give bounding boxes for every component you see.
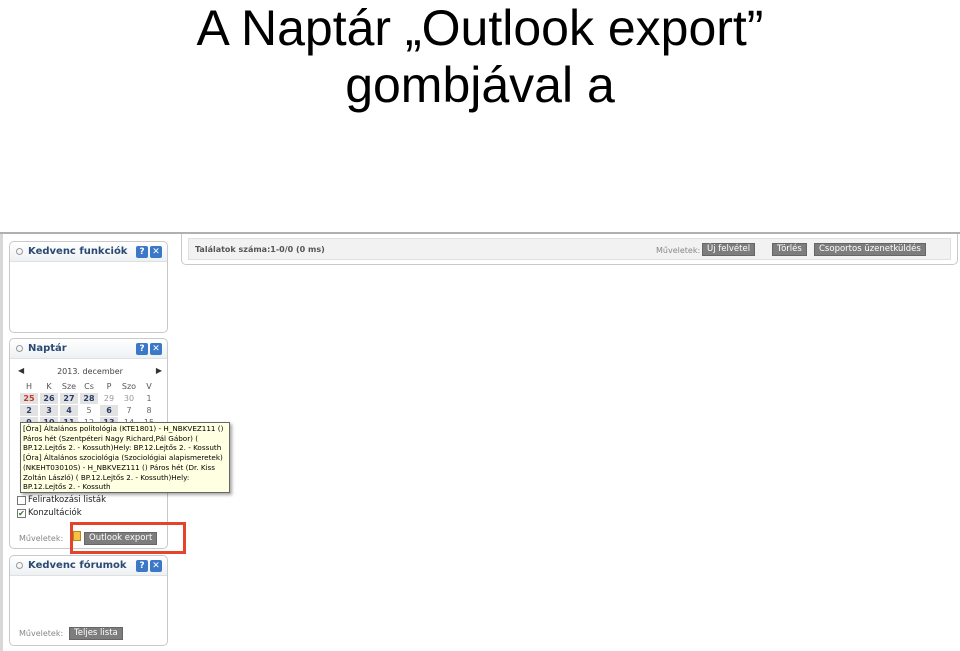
- calendar-day[interactable]: 29: [100, 393, 118, 404]
- slide-title: A Naptár „Outlook export” gombjával a: [0, 0, 960, 114]
- calendar-filters: Feliratkozási listák ✔ Konzultációk: [17, 495, 106, 521]
- checkmark-icon[interactable]: ✔: [17, 509, 26, 518]
- weekday-header: Sze: [61, 382, 77, 391]
- pin-icon[interactable]: [16, 248, 23, 255]
- results-count: Találatok száma:1-0/0 (0 ms): [195, 245, 325, 254]
- weekday-header: Szo: [121, 382, 137, 391]
- calendar-nav: ◀ 2013. december ▶: [18, 366, 162, 378]
- weekday-header: Cs: [84, 382, 94, 391]
- help-icon[interactable]: ?: [136, 343, 148, 355]
- delete-button[interactable]: Törlés: [772, 243, 807, 256]
- highlight-box: [70, 522, 186, 554]
- forums-panel-header: Kedvenc fórumok ? ✕: [10, 556, 167, 576]
- filter-label: Feliratkozási listák: [28, 495, 107, 505]
- window-edge: [0, 234, 3, 651]
- close-icon[interactable]: ✕: [150, 246, 162, 258]
- filter-consultations[interactable]: ✔ Konzultációk: [17, 508, 106, 521]
- calendar-day[interactable]: 6: [100, 405, 118, 416]
- weekday-header: K: [46, 382, 52, 391]
- calendar-day[interactable]: 26: [40, 393, 58, 404]
- calendar-day[interactable]: 30: [120, 393, 138, 404]
- filter-label: Konzultációk: [28, 508, 82, 518]
- favorites-panel-title: Kedvenc funkciók: [28, 246, 128, 257]
- main-content: Találatok száma:1-0/0 (0 ms) Műveletek: …: [181, 234, 958, 265]
- tooltip-line: BP.12.Lejtős 2. - Kossuth: [23, 482, 111, 492]
- calendar-day[interactable]: 7: [120, 405, 138, 416]
- calendar-day[interactable]: 5: [80, 405, 98, 416]
- weekday-header: V: [146, 382, 152, 391]
- screenshot-area: Kedvenc funkciók ? ✕ Naptár ? ✕ ◀ 2013. …: [0, 232, 960, 651]
- close-icon[interactable]: ✕: [150, 560, 162, 572]
- event-tooltip: [Óra] Általános politológia (KTE1801) - …: [20, 422, 230, 493]
- calendar-day[interactable]: 4: [60, 405, 78, 416]
- calendar-day[interactable]: 25: [20, 393, 38, 404]
- slide-title-line-1: A Naptár „Outlook export”: [196, 0, 764, 56]
- full-list-button[interactable]: Teljes lista: [69, 627, 123, 640]
- calendar-day[interactable]: 1: [140, 393, 158, 404]
- calendar-day[interactable]: 2: [20, 405, 38, 416]
- tooltip-line: (NKEHT03010S) - H_NBKVEZ111 () Páros hét…: [23, 462, 216, 472]
- weekday-header: H: [25, 382, 32, 391]
- next-month-icon[interactable]: ▶: [156, 366, 162, 375]
- close-icon[interactable]: ✕: [150, 343, 162, 355]
- favorites-panel-header: Kedvenc funkciók ? ✕: [10, 242, 167, 262]
- calendar-day[interactable]: 8: [140, 405, 158, 416]
- pin-icon[interactable]: [16, 345, 23, 352]
- forums-ops-label: Műveletek:: [19, 629, 64, 638]
- help-icon[interactable]: ?: [136, 560, 148, 572]
- main-ops-label: Műveletek:: [656, 246, 701, 255]
- filter-signup-lists[interactable]: Feliratkozási listák: [17, 495, 106, 508]
- calendar-panel-title: Naptár: [28, 343, 67, 354]
- new-record-button[interactable]: Új felvétel: [702, 243, 756, 256]
- tooltip-line: Zoltán László) ( BP.12.Lejtős 2. - Kossu…: [23, 472, 190, 482]
- calendar-day[interactable]: 3: [40, 405, 58, 416]
- tooltip-line: [Óra] Általános politológia (KTE1801) - …: [23, 424, 224, 433]
- help-icon[interactable]: ?: [136, 246, 148, 258]
- group-message-button[interactable]: Csoportos üzenetküldés: [814, 243, 926, 256]
- main-toolbar: Találatok száma:1-0/0 (0 ms) Műveletek: …: [188, 238, 951, 260]
- tooltip-line: BP.12.Lejtős 2. - Kossuth)Hely: BP.12.Le…: [23, 443, 222, 453]
- favorites-panel: Kedvenc funkciók ? ✕: [9, 241, 168, 333]
- calendar-month: 2013. december: [57, 367, 123, 376]
- tooltip-line: Páros hét (Szentpéteri Nagy Richard,Pál …: [23, 433, 199, 443]
- pin-icon[interactable]: [16, 562, 23, 569]
- weekday-header: P: [106, 382, 112, 391]
- calendar-day[interactable]: 27: [60, 393, 78, 404]
- calendar-panel-header: Naptár ? ✕: [10, 339, 167, 359]
- forums-panel: Kedvenc fórumok ? ✕ Műveletek: Teljes li…: [9, 555, 168, 646]
- checkbox-unchecked[interactable]: [17, 496, 26, 505]
- calendar-ops-label: Műveletek:: [19, 534, 64, 543]
- calendar-day[interactable]: 28: [80, 393, 98, 404]
- tooltip-line: [Óra] Általános szociológia (Szociológia…: [23, 453, 223, 463]
- forums-panel-title: Kedvenc fórumok: [28, 560, 127, 571]
- slide-title-line-2: gombjával a: [345, 57, 615, 113]
